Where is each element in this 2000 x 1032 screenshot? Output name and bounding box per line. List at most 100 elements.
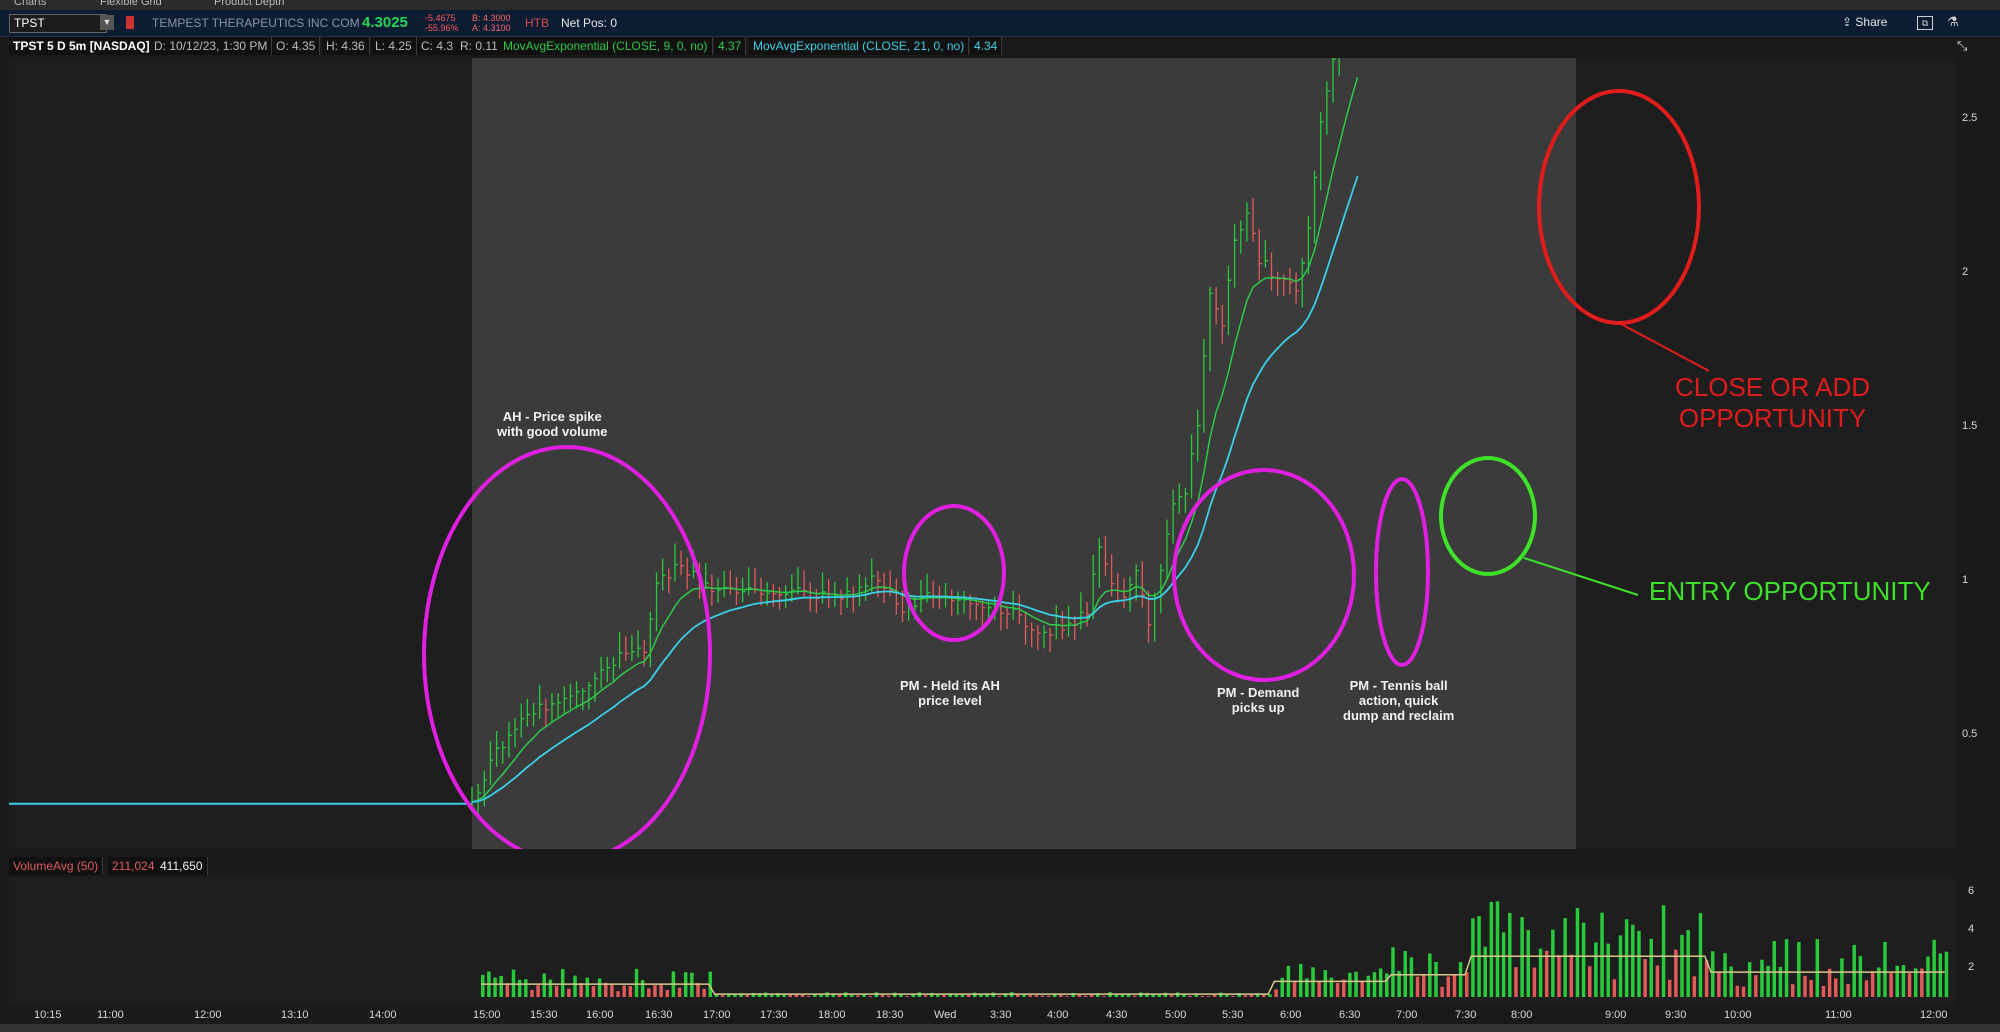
volume-bar	[1827, 968, 1832, 997]
volume-bar	[1378, 968, 1383, 997]
tab-flexible-grid[interactable]: Flexible Grid	[100, 0, 162, 8]
flask-icon[interactable]: ⚗	[1946, 15, 1960, 28]
ema9-value: 4.37	[714, 37, 747, 55]
volume-bar	[1717, 972, 1721, 997]
volume-bar	[1354, 971, 1358, 997]
y-tick-1: 1	[1962, 574, 1969, 586]
volume-bar	[1661, 905, 1666, 997]
volume-bar	[1391, 947, 1395, 997]
tab-product-depth[interactable]: Product Depth	[214, 0, 284, 8]
volume-bar	[1711, 951, 1715, 997]
volume-bar	[659, 983, 663, 997]
volume-bar	[1200, 996, 1205, 997]
volume-bar	[806, 995, 811, 997]
bid-ask: B: 4.3000 A: 4.3100	[472, 13, 511, 33]
x-tick: 11:00	[97, 1009, 124, 1021]
volume-bar	[1501, 932, 1506, 997]
ah-annotation: AH - Price spike with good volume	[497, 409, 608, 439]
symbol-value: TPST	[14, 16, 45, 30]
y-tick-1-5: 1.5	[1962, 420, 1978, 432]
volume-bar	[997, 996, 1002, 997]
flag-icon[interactable]	[126, 16, 134, 29]
price-chart-pane[interactable]: AH - Price spike with good volume PM - H…	[9, 58, 1955, 849]
price-axis[interactable]	[1955, 58, 2000, 1032]
volume-bar	[1840, 958, 1844, 997]
volume-bar	[800, 994, 805, 997]
volume-bar	[1188, 995, 1192, 997]
volume-bar	[880, 995, 885, 997]
detach-icon[interactable]: ⧉	[1917, 16, 1933, 30]
volume-bar	[542, 973, 546, 997]
volume-bar	[1206, 996, 1211, 997]
volume-bar	[837, 994, 842, 997]
share-button[interactable]: ⇪ Share	[1842, 15, 1887, 29]
volume-bars-group	[481, 901, 1949, 997]
x-tick: 4:30	[1106, 1009, 1128, 1021]
volume-bar	[585, 977, 590, 997]
volume-bar	[1298, 963, 1303, 997]
volume-bar	[1870, 971, 1875, 997]
change-percent: -55.96%	[425, 23, 459, 33]
volume-bar	[579, 983, 583, 997]
volume-bar	[1760, 959, 1764, 997]
collapse-icon[interactable]: ⤡	[1957, 38, 1973, 54]
tab-charts[interactable]: Charts	[14, 0, 46, 8]
close-or-add-line1: CLOSE OR ADD	[1675, 372, 1871, 402]
x-tick: 4:00	[1047, 1009, 1069, 1021]
volume-bar	[1631, 924, 1635, 997]
volume-bar	[1083, 995, 1088, 997]
volume-pane[interactable]	[9, 877, 1955, 1005]
volume-bar	[1212, 994, 1217, 997]
bar-low: L: 4.25	[371, 37, 417, 55]
volume-bar	[1784, 939, 1789, 997]
volume-bar	[1575, 908, 1580, 997]
volume-bar	[1040, 995, 1045, 997]
ema21-label[interactable]: MovAvgExponential (CLOSE, 21, 0, no)	[749, 37, 970, 55]
volume-bar	[591, 986, 596, 997]
volume-bar	[899, 994, 903, 997]
volume-bar	[745, 994, 749, 997]
volume-bar	[1311, 967, 1315, 997]
volume-bar	[1723, 953, 1727, 997]
volume-study-name[interactable]: VolumeAvg (50)	[9, 857, 104, 875]
volume-bar	[1686, 930, 1690, 997]
volume-bar	[530, 989, 534, 997]
volume-value: 411,650	[156, 857, 208, 875]
vol-tick-4: 4	[1968, 923, 1975, 935]
volume-bar	[886, 995, 891, 997]
volume-bar	[1471, 918, 1475, 997]
volume-bar	[868, 996, 872, 997]
x-tick: 9:30	[1665, 1009, 1687, 1021]
net-position: Net Pos: 0	[561, 16, 618, 30]
symbol-input[interactable]: TPST	[9, 14, 107, 33]
volume-bar	[1852, 944, 1856, 997]
volume-bar	[604, 982, 608, 997]
volume-bar	[1323, 969, 1328, 997]
volume-bar	[923, 995, 928, 997]
x-tick: 7:30	[1455, 1009, 1477, 1021]
price-chart-svg	[9, 58, 1710, 849]
volume-bar	[1741, 986, 1746, 997]
volume-bar	[1385, 973, 1389, 997]
net-change: -5.4675 -55.96%	[425, 13, 459, 33]
chevron-down-icon[interactable]: ▼	[100, 15, 114, 30]
volume-bar	[634, 968, 639, 997]
x-tick: 10:15	[34, 1009, 62, 1021]
volume-bar	[1360, 982, 1364, 997]
bid-value: B: 4.3000	[472, 13, 511, 23]
volume-bar	[1569, 954, 1574, 997]
volume-bar	[548, 979, 553, 997]
volume-bar	[1452, 974, 1457, 997]
ah-annotation-line1: AH - Price spike	[502, 409, 602, 424]
volume-bar	[1790, 984, 1795, 997]
volume-bar	[1858, 956, 1863, 997]
ask-value: A: 4.3100	[472, 23, 511, 33]
volume-bar	[1274, 989, 1278, 997]
x-tick: 18:30	[876, 1009, 904, 1021]
ema9-label[interactable]: MovAvgExponential (CLOSE, 9, 0, no)	[499, 37, 713, 55]
volume-bar	[1588, 966, 1592, 997]
volume-bar	[702, 988, 706, 997]
volume-bar	[1016, 994, 1020, 997]
close-or-add-label: CLOSE OR ADD OPPORTUNITY	[1675, 372, 1870, 434]
volume-bar	[1514, 967, 1518, 997]
